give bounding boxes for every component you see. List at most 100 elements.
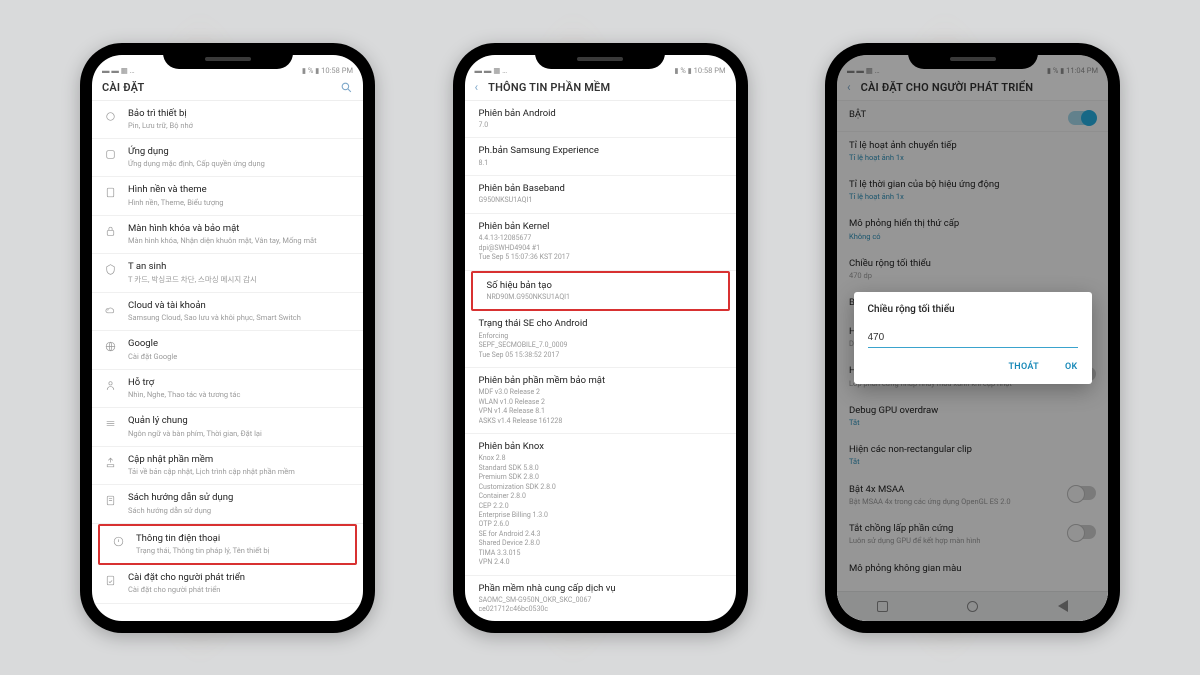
page-title: THÔNG TIN PHẦN MỀM: [488, 81, 610, 94]
info-row[interactable]: Phần mềm nhà cung cấp dịch vụSAOMC_SM-G9…: [465, 576, 736, 621]
dialog-cancel-button[interactable]: THOÁT: [1008, 362, 1039, 372]
row-title: Phiên bản Baseband: [479, 183, 726, 195]
settings-row[interactable]: Cloud và tài khoảnSamsung Cloud, Sao lưu…: [92, 293, 363, 331]
row-title: Cập nhật phần mềm: [128, 454, 353, 466]
row-icon: [102, 300, 118, 323]
row-subtitle: Ứng dụng mặc định, Cấp quyền ứng dụng: [128, 159, 353, 169]
settings-row[interactable]: T an sinh T 카드, 박싱코드 차단, 스마싱 메시지 감시: [92, 254, 363, 292]
search-icon[interactable]: [340, 81, 353, 94]
row-title: Cloud và tài khoản: [128, 300, 353, 312]
row-subtitle: NRD90M.G950NKSU1AQI1: [487, 293, 718, 302]
row-icon: [102, 146, 118, 169]
screen: ▬ ▬ ▦ … ▮ % ▮ 10:58 PM CÀI ĐẶT Bảo trì t…: [92, 55, 363, 621]
row-subtitle: Knox 2.8Standard SDK 5.8.0Premium SDK 2.…: [479, 454, 726, 567]
row-title: Số hiệu bản tạo: [487, 280, 718, 292]
row-title: Phiên bản Knox: [479, 441, 726, 453]
back-icon[interactable]: ‹: [475, 81, 481, 93]
dialog-ok-button[interactable]: OK: [1065, 362, 1078, 372]
row-icon: [102, 338, 118, 361]
settings-row[interactable]: Sách hướng dẫn sử dụngSách hướng dẫn sử …: [92, 485, 363, 523]
highlight-box: Thông tin điện thoạiTrạng thái, Thông ti…: [98, 524, 357, 565]
status-right: ▮ % ▮ 10:58 PM: [674, 66, 725, 75]
settings-row[interactable]: Cập nhật phần mềmTải về bản cập nhật, Lị…: [92, 447, 363, 485]
row-title: Ứng dụng: [128, 146, 353, 158]
settings-row[interactable]: Google Cài đặt Google: [92, 331, 363, 369]
phone-dev-options: ▬ ▬ ▦ … ▮ % ▮ 11:04 PM ‹ CÀI ĐẶT CHO NGƯ…: [825, 43, 1120, 633]
row-subtitle: G950NKSU1AQI1: [479, 196, 726, 205]
row-subtitle: Samsung Cloud, Sao lưu và khôi phục, Sma…: [128, 313, 353, 323]
status-left: ▬ ▬ ▦ …: [102, 66, 135, 75]
row-icon: [102, 377, 118, 400]
row-subtitle: Tải về bản cập nhật, Lịch trình cập nhật…: [128, 467, 353, 477]
settings-row[interactable]: Quản lý chung Ngôn ngữ và bàn phím, Thời …: [92, 408, 363, 446]
row-title: Phiên bản Android: [479, 108, 726, 120]
modal-overlay: Chiều rộng tối thiểu THOÁT OK: [837, 55, 1108, 621]
settings-row[interactable]: Bảo trì thiết bịPin, Lưu trữ, Bộ nhớ: [92, 101, 363, 139]
row-title: Hỗ trợ: [128, 377, 353, 389]
info-row[interactable]: Ph.bản Samsung Experience8.1: [465, 138, 736, 176]
settings-row[interactable]: Hỗ trợNhìn, Nghe, Thao tác và tương tác: [92, 370, 363, 408]
row-title: Google: [128, 338, 353, 350]
row-icon: [102, 572, 118, 595]
row-title: Trạng thái SE cho Android: [479, 318, 726, 330]
phone-software-info: ▬ ▬ ▦ … ▮ % ▮ 10:58 PM ‹ THÔNG TIN PHẦN …: [453, 43, 748, 633]
row-icon: [102, 454, 118, 477]
settings-row[interactable]: Màn hình khóa và bảo mậtMàn hình khóa, N…: [92, 216, 363, 254]
row-subtitle: 4.4.13-12085677dpi@SWHD4904 #1Tue Sep 5 …: [479, 234, 726, 262]
software-info-list: Phiên bản Android7.0 Ph.bản Samsung Expe…: [465, 101, 736, 621]
row-icon: [102, 261, 118, 284]
row-subtitle: Ngôn ngữ và bàn phím, Thời gian, Đặt lại: [128, 429, 353, 439]
row-subtitle: 8.1: [479, 159, 726, 168]
info-row[interactable]: Phiên bản Kernel4.4.13-12085677dpi@SWHD4…: [465, 214, 736, 271]
settings-row[interactable]: Ứng dụngỨng dụng mặc định, Cấp quyền ứng…: [92, 139, 363, 177]
row-subtitle: EnforcingSEPF_SECMOBILE_7.0_0009Tue Sep …: [479, 332, 726, 360]
row-icon: [102, 223, 118, 246]
settings-row[interactable]: Hình nền và theme Hình nền, Theme, Biểu t…: [92, 177, 363, 215]
info-row[interactable]: Phiên bản Android7.0: [465, 101, 736, 139]
notch: [908, 43, 1038, 69]
row-title: Bảo trì thiết bị: [128, 108, 353, 120]
highlight-box: Số hiệu bản tạoNRD90M.G950NKSU1AQI1: [471, 271, 730, 312]
row-title: Hình nền và theme: [128, 184, 353, 196]
info-row[interactable]: Phiên bản phần mềm bảo mậtMDF v3.0 Relea…: [465, 368, 736, 434]
notch: [535, 43, 665, 69]
row-icon: [110, 533, 126, 556]
phone-settings: ▬ ▬ ▦ … ▮ % ▮ 10:58 PM CÀI ĐẶT Bảo trì t…: [80, 43, 375, 633]
row-subtitle: Cài đặt Google: [128, 352, 353, 362]
row-subtitle: Cài đặt cho người phát triển: [128, 585, 353, 595]
row-subtitle: T 카드, 박싱코드 차단, 스마싱 메시지 감시: [128, 275, 353, 285]
dialog-actions: THOÁT OK: [868, 362, 1078, 378]
row-title: Cài đặt cho người phát triển: [128, 572, 353, 584]
row-icon: [102, 415, 118, 438]
settings-row[interactable]: Thông tin điện thoạiTrạng thái, Thông ti…: [100, 526, 355, 563]
notch: [163, 43, 293, 69]
row-icon: [102, 108, 118, 131]
header: ‹ THÔNG TIN PHẦN MỀM: [465, 77, 736, 101]
status-right: ▮ % ▮ 10:58 PM: [302, 66, 353, 75]
row-title: Phiên bản phần mềm bảo mật: [479, 375, 726, 387]
row-title: Sách hướng dẫn sử dụng: [128, 492, 353, 504]
info-row[interactable]: Phiên bản KnoxKnox 2.8Standard SDK 5.8.0…: [465, 434, 736, 576]
row-title: Phiên bản Kernel: [479, 221, 726, 233]
info-row[interactable]: Số hiệu bản tạoNRD90M.G950NKSU1AQI1: [473, 273, 728, 310]
row-title: Quản lý chung: [128, 415, 353, 427]
settings-row[interactable]: Cài đặt cho người phát triểnCài đặt cho …: [92, 565, 363, 603]
info-row[interactable]: Phiên bản BasebandG950NKSU1AQI1: [465, 176, 736, 214]
row-icon: [102, 492, 118, 515]
row-subtitle: MDF v3.0 Release 2WLAN v1.0 Release 2VPN…: [479, 388, 726, 426]
row-subtitle: Hình nền, Theme, Biểu tượng: [128, 198, 353, 208]
row-subtitle: SAOMC_SM-G950N_OKR_SKC_0067ce021712c46bc…: [479, 596, 726, 615]
row-subtitle: Màn hình khóa, Nhận diện khuôn mặt, Vân …: [128, 236, 353, 246]
header: CÀI ĐẶT: [92, 77, 363, 101]
row-subtitle: 7.0: [479, 121, 726, 130]
row-icon: [102, 184, 118, 207]
info-row[interactable]: Trạng thái SE cho Android EnforcingSEPF_S…: [465, 311, 736, 368]
min-width-input[interactable]: [868, 329, 1078, 348]
settings-list: Bảo trì thiết bịPin, Lưu trữ, Bộ nhớ Ứng…: [92, 101, 363, 621]
row-title: T an sinh: [128, 261, 353, 273]
page-title: CÀI ĐẶT: [102, 81, 144, 94]
row-subtitle: Trạng thái, Thông tin pháp lý, Tên thiết…: [136, 546, 345, 556]
row-title: Màn hình khóa và bảo mật: [128, 223, 353, 235]
status-left: ▬ ▬ ▦ …: [475, 66, 508, 75]
row-title: Thông tin điện thoại: [136, 533, 345, 545]
